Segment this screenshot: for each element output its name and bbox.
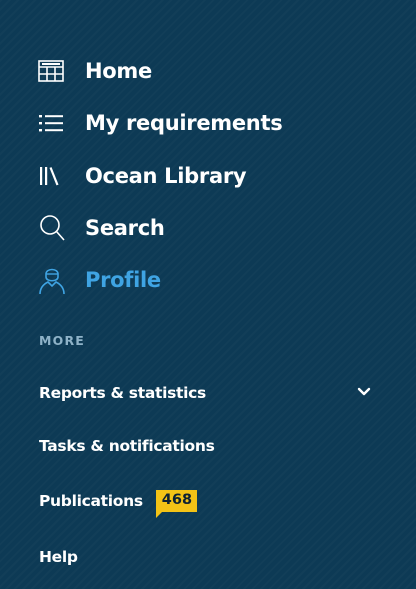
nav-item-label: Search xyxy=(85,216,165,240)
nav-item-ocean-library[interactable]: Ocean Library xyxy=(38,158,247,194)
nav-item-label: Profile xyxy=(85,268,161,292)
nav-item-profile[interactable]: Profile xyxy=(38,262,161,298)
search-icon xyxy=(38,213,68,243)
nav-item-publications[interactable]: Publications 468 xyxy=(39,487,198,518)
chevron-down-icon[interactable] xyxy=(356,384,372,400)
nav-item-label: Publications xyxy=(39,492,143,510)
nav-item-label: Home xyxy=(85,59,152,83)
profile-icon xyxy=(38,265,68,295)
nav-item-search[interactable]: Search xyxy=(38,210,165,246)
library-icon xyxy=(38,161,68,191)
nav-item-help[interactable]: Help xyxy=(39,543,78,571)
nav-item-label: Reports & statistics xyxy=(39,384,206,402)
nav-item-label: Help xyxy=(39,548,78,566)
list-icon xyxy=(38,108,68,138)
nav-item-tasks-notifications[interactable]: Tasks & notifications xyxy=(39,432,215,460)
badge-tail xyxy=(155,512,162,518)
badge-count: 468 xyxy=(161,492,193,508)
home-grid-icon xyxy=(38,56,68,86)
nav-item-label: Ocean Library xyxy=(85,164,247,188)
nav-item-home[interactable]: Home xyxy=(38,53,152,89)
nav-item-reports-statistics[interactable]: Reports & statistics xyxy=(39,379,206,407)
nav-item-label: Tasks & notifications xyxy=(39,437,215,455)
section-heading-more: MORE xyxy=(39,333,86,348)
nav-item-label: My requirements xyxy=(85,111,283,135)
count-badge: 468 xyxy=(155,490,198,518)
nav-item-my-requirements[interactable]: My requirements xyxy=(38,105,283,141)
